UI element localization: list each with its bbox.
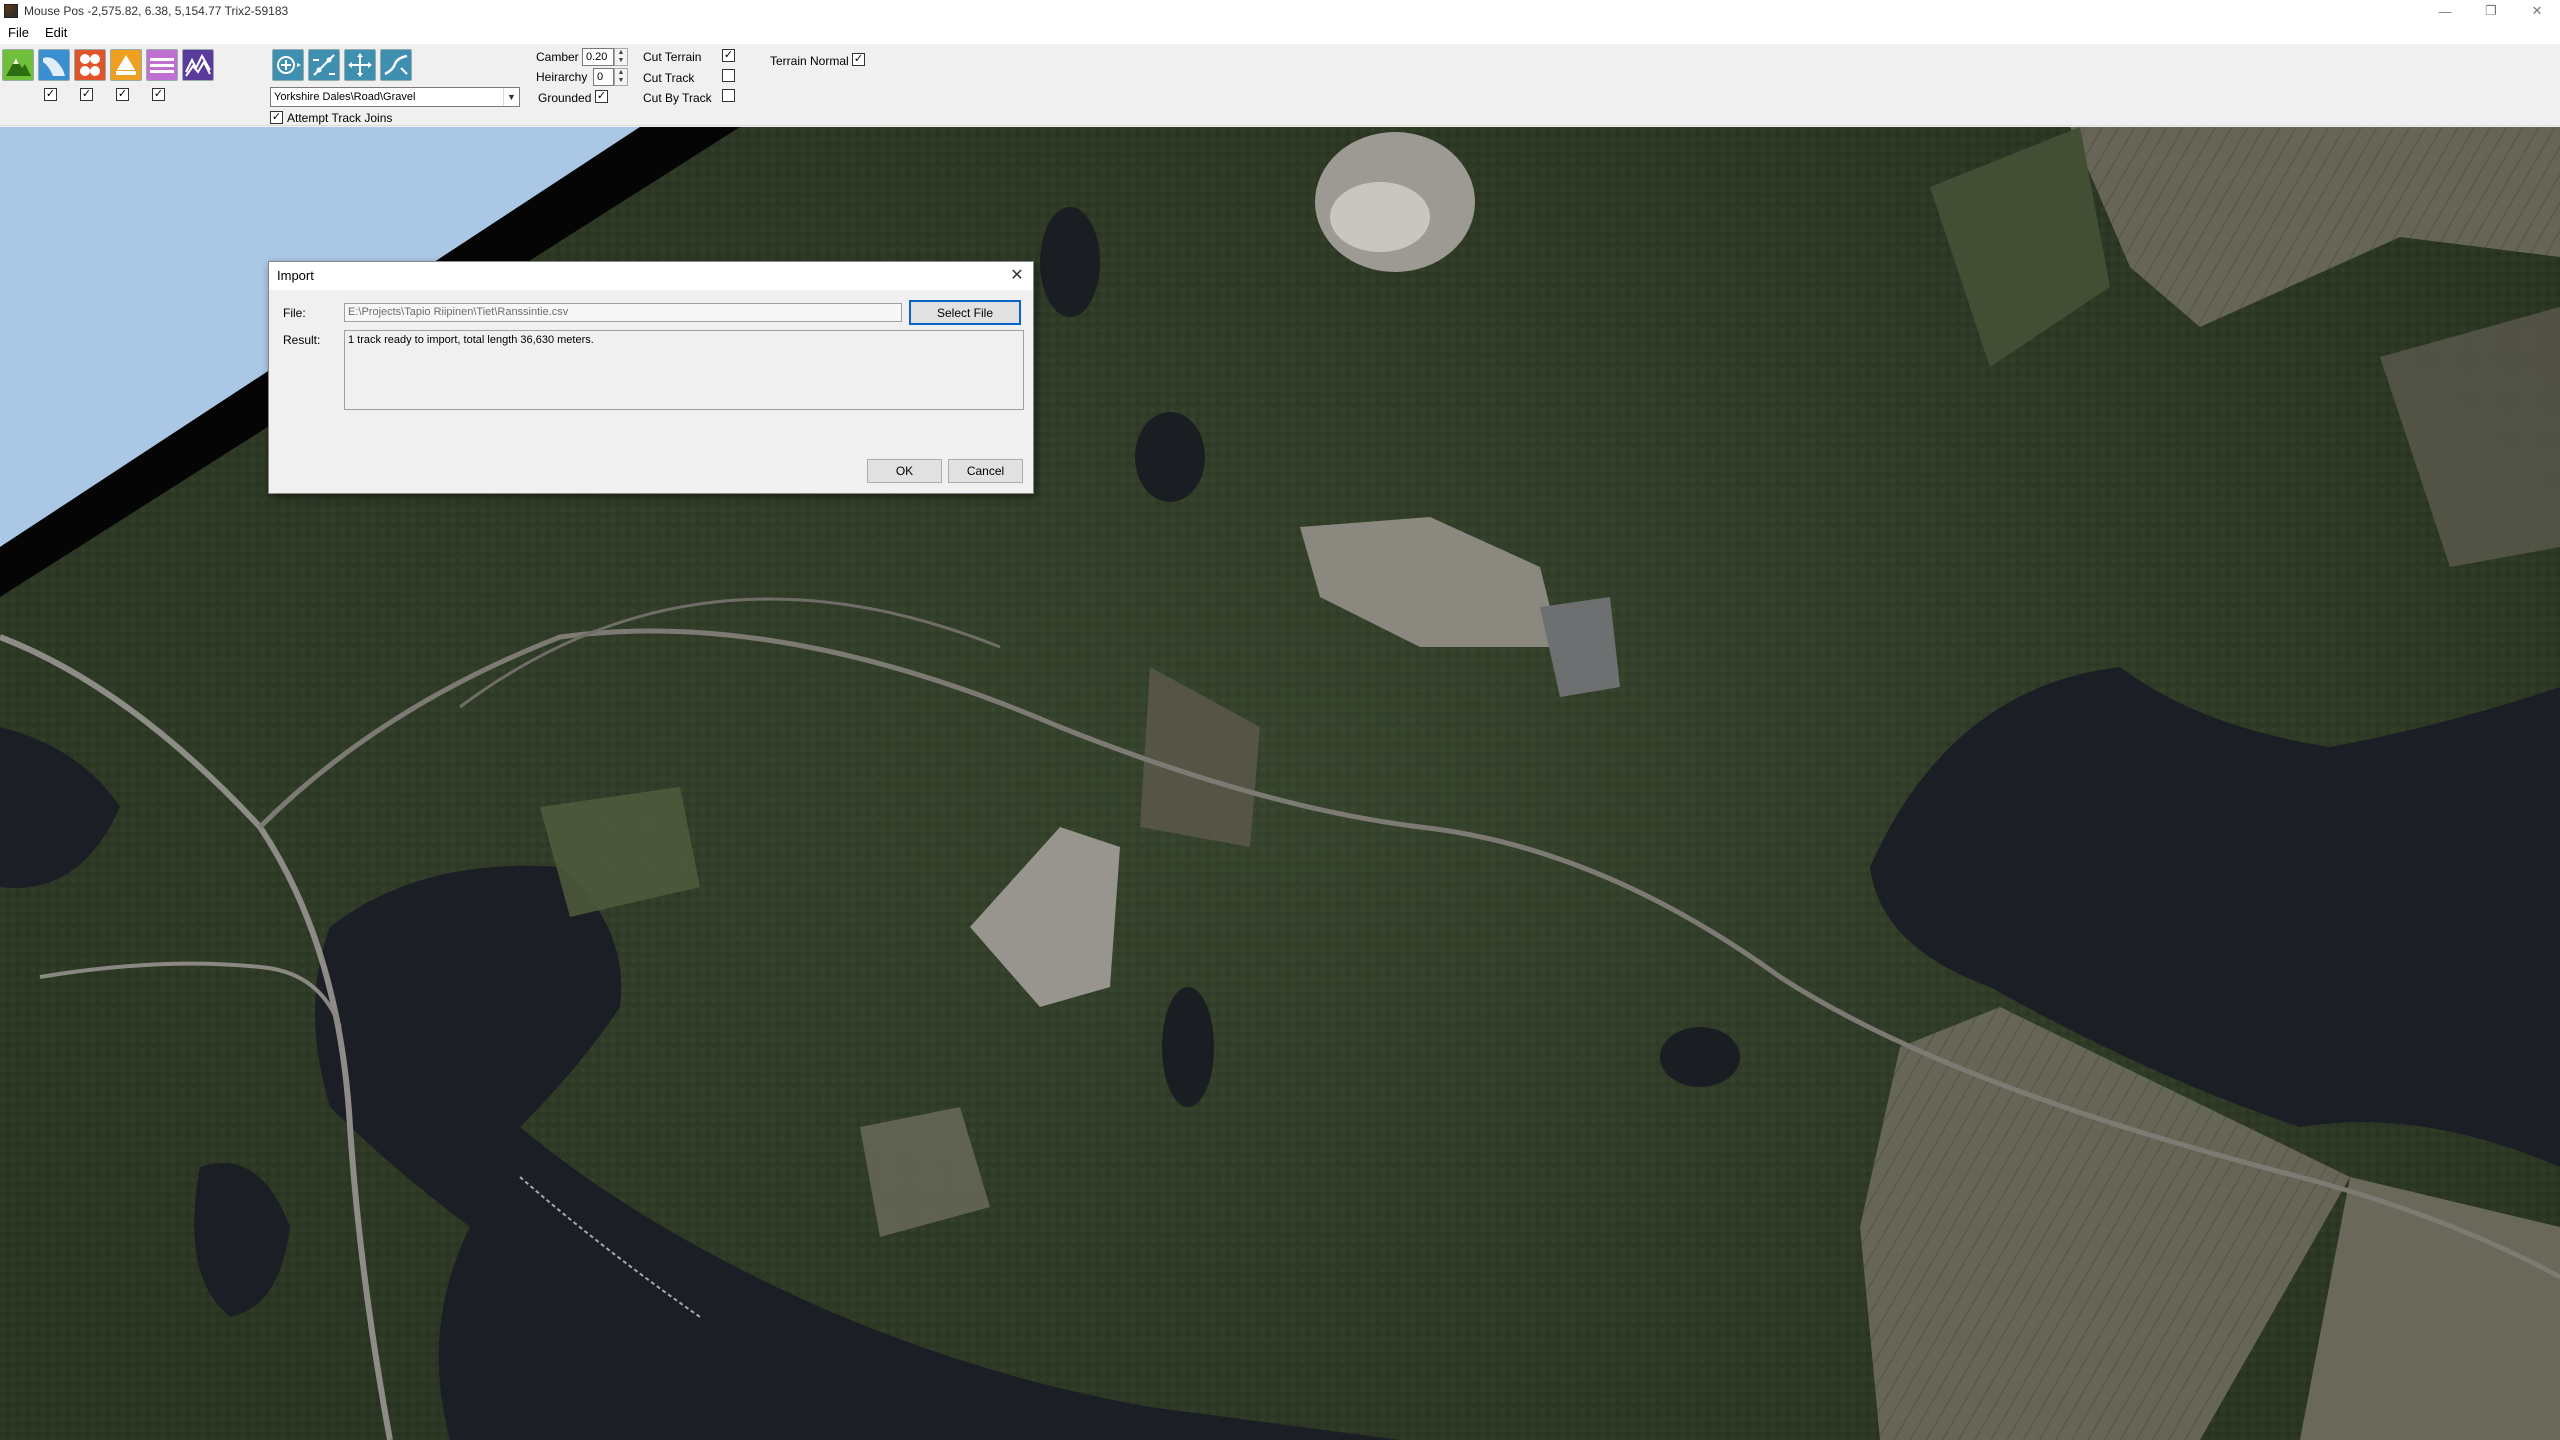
close-button[interactable]: ✕ [2514,0,2560,22]
terrain-mountain-checkbox[interactable]: ✓ [44,88,57,101]
file-path-field[interactable]: E:\Projects\Tapio Riipinen\Tiet\Ranssint… [344,303,902,322]
heirarchy-input[interactable]: 0 [593,68,614,86]
terrain-objects-icon[interactable] [74,49,106,81]
terrain-trees-icon[interactable] [110,49,142,81]
track-add-icon[interactable] [272,49,304,81]
file-label: File: [283,306,306,320]
cut-track-checkbox[interactable] [722,69,735,82]
dialog-title: Import [269,262,1033,290]
terrain-normal-checkbox[interactable]: ✓ [852,53,865,66]
terrain-trees-checkbox[interactable]: ✓ [152,88,165,101]
menu-edit[interactable]: Edit [37,22,75,44]
menu-bar: File Edit [0,22,2560,44]
terrain-texture-icon[interactable] [182,49,214,81]
camber-input[interactable]: 0.20 [582,48,614,66]
terrain-water-checkbox[interactable]: ✓ [80,88,93,101]
terrain-fence-icon[interactable] [146,49,178,81]
menu-file[interactable]: File [0,22,37,44]
attempt-track-joins-checkbox[interactable]: ✓ [270,111,283,124]
terrain-normal-label: Terrain Normal [770,54,849,68]
terrain-water-icon[interactable] [38,49,70,81]
restore-button[interactable]: ❐ [2468,0,2514,22]
cancel-button[interactable]: Cancel [948,459,1023,483]
track-smooth-icon[interactable] [380,49,412,81]
terrain-mountain-icon[interactable] [2,49,34,81]
minimize-button[interactable]: — [2422,0,2468,22]
grounded-label: Grounded [538,91,592,105]
dialog-close-icon[interactable]: ✕ [1007,266,1027,286]
track-split-icon[interactable] [308,49,340,81]
window-title: Mouse Pos -2,575.82, 6.38, 5,154.77 Trix… [24,4,289,18]
camber-label: Camber [536,50,579,64]
result-text: 1 track ready to import, total length 36… [344,330,1024,410]
heirarchy-label: Heirarchy [536,70,588,84]
cut-terrain-label: Cut Terrain [643,50,702,64]
cut-by-track-checkbox[interactable] [722,89,735,102]
app-icon [4,4,18,18]
title-bar: Mouse Pos -2,575.82, 6.38, 5,154.77 Trix… [0,0,2560,22]
grounded-checkbox[interactable]: ✓ [595,90,608,103]
camber-spinner[interactable]: ▲ ▼ [614,48,628,66]
result-label: Result: [283,333,321,347]
track-type-value: Yorkshire Dales\Road\Gravel [274,91,416,103]
track-move-icon[interactable] [344,49,376,81]
import-dialog: Import ✕ File: E:\Projects\Tapio Riipine… [268,261,1034,494]
ok-button[interactable]: OK [867,459,942,483]
cut-terrain-checkbox[interactable]: ✓ [722,49,735,62]
window-controls: — ❐ ✕ [2422,0,2560,22]
toolbar: ✓ ✓ ✓ ✓ Yorkshire Dales\Road\Gravel ▼ ✓ … [0,44,2560,126]
terrain-objects-checkbox[interactable]: ✓ [116,88,129,101]
heirarchy-spinner[interactable]: ▲ ▼ [614,68,628,86]
chevron-down-icon: ▼ [503,88,519,106]
cut-track-label: Cut Track [643,71,695,85]
track-type-dropdown[interactable]: Yorkshire Dales\Road\Gravel ▼ [270,87,520,107]
select-file-button[interactable]: Select File [909,300,1021,325]
attempt-track-joins-label: Attempt Track Joins [287,111,393,125]
cut-by-track-label: Cut By Track [643,91,712,105]
